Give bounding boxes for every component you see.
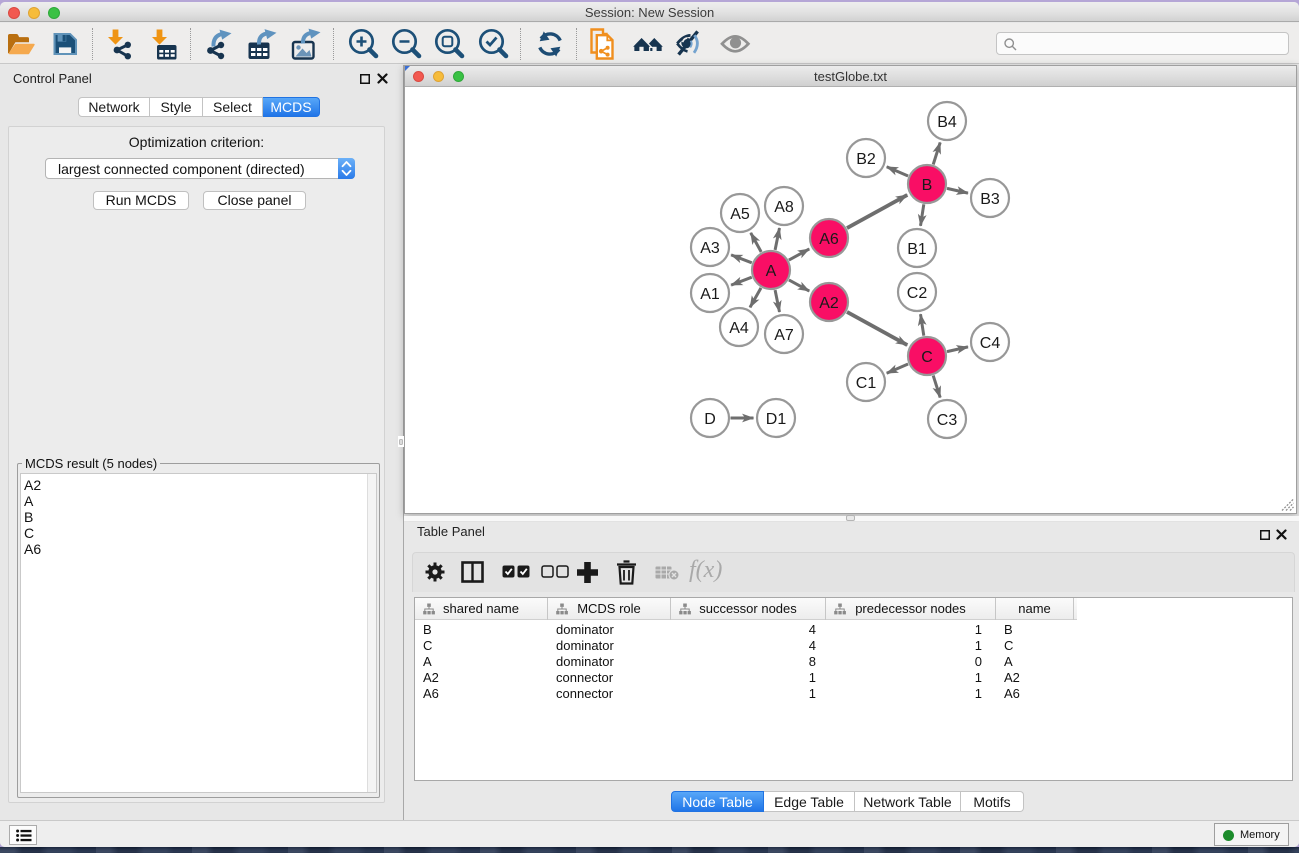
svg-text:C4: C4 (980, 335, 1001, 352)
svg-text:D1: D1 (766, 411, 787, 428)
svg-text:C2: C2 (907, 285, 928, 302)
svg-text:B4: B4 (937, 114, 957, 131)
svg-text:B1: B1 (907, 241, 927, 258)
svg-text:A5: A5 (730, 206, 750, 223)
svg-text:C3: C3 (937, 412, 958, 429)
svg-text:A4: A4 (729, 320, 749, 337)
svg-text:A8: A8 (774, 199, 794, 216)
svg-text:B: B (922, 177, 933, 194)
svg-text:A6: A6 (819, 231, 839, 248)
svg-text:A3: A3 (700, 240, 720, 257)
svg-text:A: A (766, 263, 777, 280)
svg-text:A7: A7 (774, 327, 794, 344)
svg-text:A1: A1 (700, 286, 720, 303)
svg-text:D: D (704, 411, 716, 428)
svg-text:A2: A2 (819, 295, 839, 312)
svg-text:B2: B2 (856, 151, 876, 168)
svg-text:C1: C1 (856, 375, 877, 392)
svg-text:C: C (921, 349, 933, 366)
svg-text:B3: B3 (980, 191, 1000, 208)
